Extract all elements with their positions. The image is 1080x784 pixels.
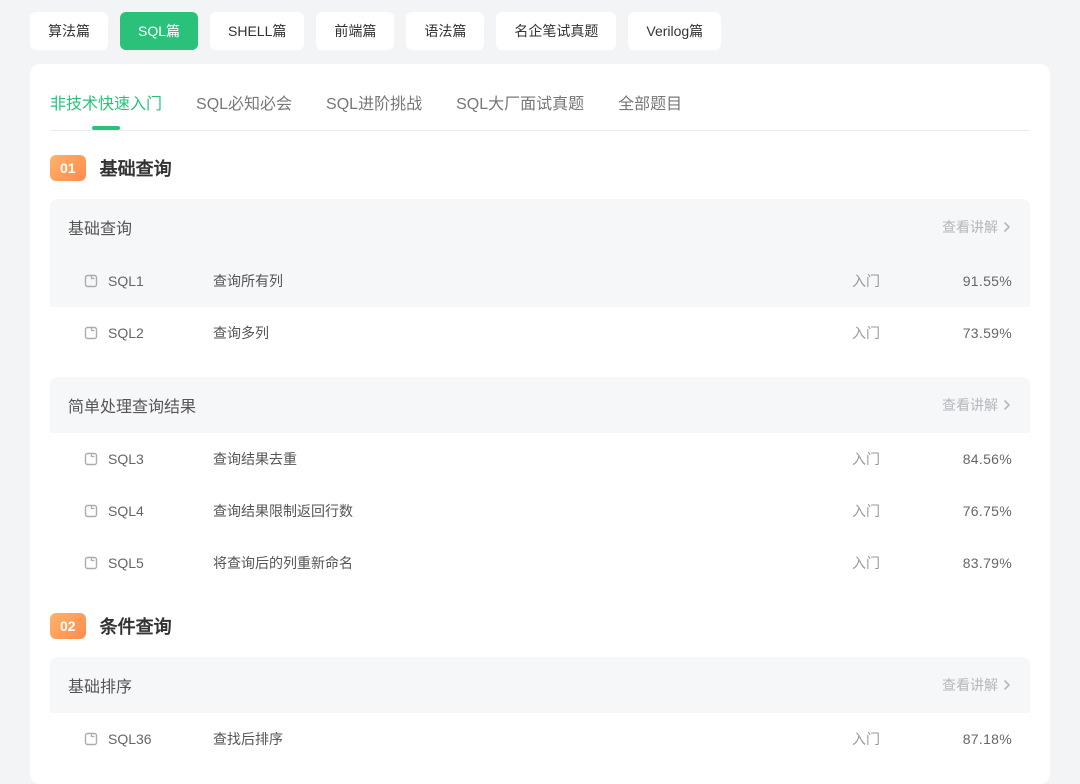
- problem-level: 入门: [852, 729, 942, 749]
- problem-title: 查询结果去重: [213, 449, 852, 469]
- problem-code: SQL2: [108, 325, 213, 341]
- problem-pass-rate: 73.59%: [942, 325, 1012, 341]
- chevron-right-icon: [1002, 680, 1012, 690]
- problem-row[interactable]: SQL3 查询结果去重 入门 84.56%: [50, 433, 1030, 485]
- problem-code: SQL1: [108, 273, 213, 289]
- problem-level: 入门: [852, 449, 942, 469]
- subtab-bar: 非技术快速入门 SQL必知必会 SQL进阶挑战 SQL大厂面试真题 全部题目: [50, 64, 1030, 131]
- section-title: 简单处理查询结果: [68, 393, 196, 417]
- chevron-right-icon: [1002, 400, 1012, 410]
- section-header: 简单处理查询结果 查看讲解: [50, 377, 1030, 433]
- chapter-number-badge: 01: [50, 155, 86, 181]
- problem-row[interactable]: SQL1 查询所有列 入门 91.55%: [50, 255, 1030, 307]
- problem-pass-rate: 84.56%: [942, 451, 1012, 467]
- problem-pass-rate: 91.55%: [942, 273, 1012, 289]
- category-pill[interactable]: 前端篇: [316, 12, 394, 50]
- category-pill-bar: 算法篇 SQL篇 SHELL篇 前端篇 语法篇 名企笔试真题 Verilog篇: [30, 0, 1050, 64]
- category-pill[interactable]: Verilog篇: [628, 12, 721, 50]
- category-pill[interactable]: 名企笔试真题: [496, 12, 616, 50]
- problem-code: SQL5: [108, 555, 213, 571]
- view-explain-link[interactable]: 查看讲解: [942, 217, 1012, 237]
- problem-title: 查找后排序: [213, 729, 852, 749]
- chapter-heading: 01 基础查询: [50, 155, 1030, 181]
- chapter-heading: 02 条件查询: [50, 613, 1030, 639]
- view-explain-label: 查看讲解: [942, 675, 998, 695]
- problem-level: 入门: [852, 271, 942, 291]
- problem-title: 将查询后的列重新命名: [213, 553, 852, 573]
- subtab[interactable]: SQL进阶挑战: [326, 90, 422, 114]
- problem-level: 入门: [852, 323, 942, 343]
- main-card: 非技术快速入门 SQL必知必会 SQL进阶挑战 SQL大厂面试真题 全部题目 0…: [30, 64, 1050, 784]
- subtab[interactable]: 全部题目: [618, 90, 682, 114]
- problem-code: SQL36: [108, 731, 213, 747]
- problem-pass-rate: 87.18%: [942, 731, 1012, 747]
- problem-icon: [84, 452, 98, 466]
- section-title: 基础查询: [68, 215, 132, 239]
- category-pill[interactable]: 算法篇: [30, 12, 108, 50]
- problem-pass-rate: 76.75%: [942, 503, 1012, 519]
- problem-row[interactable]: SQL36 查找后排序 入门 87.18%: [50, 713, 1030, 765]
- problem-icon: [84, 274, 98, 288]
- section-title: 基础排序: [68, 673, 132, 697]
- chapter-title: 条件查询: [100, 613, 172, 639]
- view-explain-link[interactable]: 查看讲解: [942, 395, 1012, 415]
- problem-row[interactable]: SQL5 将查询后的列重新命名 入门 83.79%: [50, 537, 1030, 589]
- category-pill[interactable]: SHELL篇: [210, 12, 304, 50]
- problem-icon: [84, 732, 98, 746]
- problem-code: SQL3: [108, 451, 213, 467]
- problem-title: 查询结果限制返回行数: [213, 501, 852, 521]
- subtab[interactable]: SQL必知必会: [196, 90, 292, 114]
- view-explain-label: 查看讲解: [942, 395, 998, 415]
- view-explain-label: 查看讲解: [942, 217, 998, 237]
- section-header: 基础查询 查看讲解: [50, 199, 1030, 255]
- chapter-number-badge: 02: [50, 613, 86, 639]
- problem-level: 入门: [852, 553, 942, 573]
- section-header: 基础排序 查看讲解: [50, 657, 1030, 713]
- subtab[interactable]: SQL大厂面试真题: [456, 90, 584, 114]
- problem-code: SQL4: [108, 503, 213, 519]
- problem-icon: [84, 326, 98, 340]
- category-pill[interactable]: SQL篇: [120, 12, 198, 50]
- problem-title: 查询所有列: [213, 271, 852, 291]
- view-explain-link[interactable]: 查看讲解: [942, 675, 1012, 695]
- chapter-title: 基础查询: [100, 155, 172, 181]
- subtab[interactable]: 非技术快速入门: [50, 90, 162, 114]
- problem-icon: [84, 556, 98, 570]
- category-pill[interactable]: 语法篇: [406, 12, 484, 50]
- problem-icon: [84, 504, 98, 518]
- problem-level: 入门: [852, 501, 942, 521]
- problem-title: 查询多列: [213, 323, 852, 343]
- problem-pass-rate: 83.79%: [942, 555, 1012, 571]
- problem-row[interactable]: SQL4 查询结果限制返回行数 入门 76.75%: [50, 485, 1030, 537]
- chevron-right-icon: [1002, 222, 1012, 232]
- problem-row[interactable]: SQL2 查询多列 入门 73.59%: [50, 307, 1030, 359]
